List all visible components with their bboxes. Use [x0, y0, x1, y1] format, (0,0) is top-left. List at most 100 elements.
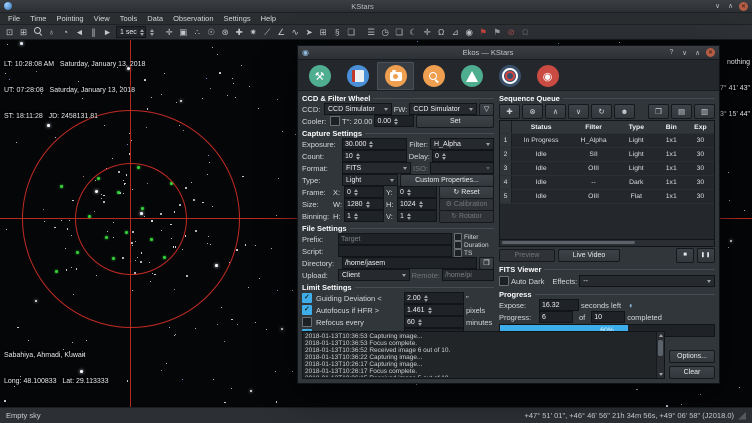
limit-checkbox[interactable] [302, 293, 312, 303]
fits-viewer-icon[interactable]: ❏ [393, 26, 406, 39]
close-button[interactable]: ✕ [739, 2, 748, 11]
delay-input[interactable]: 0 [432, 150, 494, 162]
cooler-checkbox[interactable] [330, 116, 340, 126]
geolocation-icon[interactable]: ♁ [45, 26, 58, 39]
spinner-arrows[interactable] [442, 153, 446, 160]
tab-focus[interactable] [415, 62, 452, 90]
reset-queue-button[interactable]: ↻ [591, 104, 612, 119]
stop-sequence-button[interactable]: ■ [676, 248, 694, 263]
spinner-arrows[interactable] [354, 189, 358, 196]
upload-select[interactable]: Client [338, 269, 410, 281]
menu-pointing[interactable]: Pointing [51, 14, 88, 23]
sequence-job-row[interactable]: 4Idle--Dark1x130 [500, 176, 714, 190]
sequence-job-row[interactable]: 1In ProgressH_AlphaLight1x130 [500, 134, 714, 148]
prefix-input[interactable]: Target [338, 233, 452, 245]
observer-button[interactable]: ☻ [614, 104, 635, 119]
menu-help[interactable]: Help [256, 14, 281, 23]
device-list-icon[interactable]: ☰ [365, 26, 378, 39]
table-horizontal-scrollbar[interactable] [499, 240, 715, 247]
menu-file[interactable]: File [3, 14, 25, 23]
binning-h-input[interactable]: 1 [344, 210, 384, 222]
prefix-checkbox[interactable] [454, 233, 462, 241]
pause-sequence-button[interactable]: ❚❚ [697, 248, 715, 263]
pointer-icon[interactable]: ➤ [303, 26, 316, 39]
frame-type-select[interactable]: Light [342, 174, 398, 186]
custom-properties-button[interactable]: Custom Properties... [400, 174, 494, 187]
log-box[interactable]: 2018-01-13T10:36:53 Capturing image...20… [302, 331, 665, 379]
tab-setup[interactable]: ⚒ [301, 62, 338, 90]
menu-time[interactable]: Time [25, 14, 51, 23]
menu-observation[interactable]: Observation [168, 14, 218, 23]
remove-job-button[interactable]: ⊗ [522, 104, 543, 119]
clock-toggle-icon[interactable]: ◷ [379, 26, 392, 39]
log-vertical-scrollbar[interactable] [656, 332, 664, 378]
ekos-minimize-button[interactable]: ∨ [680, 48, 689, 57]
timestep-updown[interactable] [148, 29, 156, 36]
lock-position-icon[interactable]: Ω [435, 26, 448, 39]
size-h-input[interactable]: 1024 [397, 198, 437, 210]
menu-settings[interactable]: Settings [219, 14, 256, 23]
binning-v-input[interactable]: 1 [397, 210, 437, 222]
pointing-icon[interactable]: ✛ [163, 26, 176, 39]
disconnect-icon[interactable]: ⊘ [505, 26, 518, 39]
mosaic-grid-icon[interactable]: ⊞ [317, 26, 330, 39]
size-w-input[interactable]: 1280 [344, 198, 384, 210]
tab-guide[interactable] [491, 62, 528, 90]
spinner-arrows[interactable] [369, 141, 373, 148]
zoom-window-icon[interactable]: ⊞ [17, 26, 30, 39]
stars-toggle-icon[interactable]: ∴ [191, 26, 204, 39]
save-queue-as-button[interactable]: ▥ [694, 104, 715, 119]
filter-manager-button[interactable]: ▽ [479, 103, 494, 116]
crosshair-icon[interactable]: ✛ [421, 26, 434, 39]
load-queue-button[interactable]: ❒ [648, 104, 669, 119]
exposure-input[interactable]: 30.000 [342, 138, 407, 150]
time-pause-icon[interactable]: ∥ [87, 26, 100, 39]
spinner-arrows[interactable] [407, 213, 411, 220]
spinner-arrows[interactable] [407, 189, 411, 196]
set-temperature-button[interactable]: Set [416, 115, 494, 128]
tab-align[interactable]: ◉ [529, 62, 566, 90]
clear-button[interactable]: Clear [669, 366, 715, 379]
constellation-lines-icon[interactable]: ∿ [289, 26, 302, 39]
fov-symbol-icon[interactable]: ❏ [345, 26, 358, 39]
format-select[interactable]: FITS [342, 162, 411, 174]
prefix-checkbox[interactable] [454, 249, 462, 257]
spinner-arrows[interactable] [428, 307, 432, 314]
spinner-arrows[interactable] [419, 201, 423, 208]
ccd-select[interactable]: CCD Simulator [324, 103, 392, 115]
satellite-toggle-icon[interactable]: ⟋ [261, 26, 274, 39]
effects-select[interactable]: -- [579, 275, 715, 287]
sequence-job-row[interactable]: 5IdleOIIIFlat1x130 [500, 190, 714, 204]
spinner-arrows[interactable] [356, 153, 360, 160]
ekos-help-button[interactable]: ? [667, 48, 676, 57]
spinner-arrows[interactable] [424, 295, 428, 302]
limit-checkbox[interactable] [302, 317, 312, 327]
reset-frame-button[interactable]: ↻Reset [439, 186, 494, 199]
move-job-up-button[interactable]: ∧ [545, 104, 566, 119]
time-step-forward-icon[interactable]: ► [101, 26, 114, 39]
deep-sky-toggle-icon[interactable]: ⊛ [219, 26, 232, 39]
add-job-button[interactable]: ✚ [499, 104, 520, 119]
spinner-arrows[interactable] [394, 118, 398, 125]
tab-mount[interactable] [453, 62, 490, 90]
frame-x-input[interactable]: 0 [344, 186, 384, 198]
move-job-down-button[interactable]: ∨ [568, 104, 589, 119]
filter-wheel-select[interactable]: CCD Simulator [409, 103, 477, 115]
menu-view[interactable]: View [89, 14, 115, 23]
limit-checkbox[interactable] [302, 305, 312, 315]
add-flag-icon[interactable]: ✚ [233, 26, 246, 39]
tab-capture[interactable] [377, 62, 414, 90]
sequence-job-row[interactable]: 2IdleSIILight1x130 [500, 148, 714, 162]
resize-grip[interactable] [738, 412, 746, 420]
directory-input[interactable]: /home/jasem [342, 257, 477, 269]
sky-image-icon[interactable]: ▣ [177, 26, 190, 39]
menu-tools[interactable]: Tools [115, 14, 143, 23]
timestep-arrows[interactable] [140, 29, 144, 36]
time-step-back-icon[interactable]: ◄ [73, 26, 86, 39]
temperature-setpoint[interactable]: 0.00 [374, 115, 414, 127]
sequence-job-row[interactable]: 3IdleOIIILight1x130 [500, 162, 714, 176]
limit-value-input[interactable]: 60 [404, 316, 464, 328]
script-input[interactable] [338, 245, 452, 257]
ekos-close-button[interactable]: ✕ [706, 48, 715, 57]
indi-control-icon[interactable]: ⊿ [449, 26, 462, 39]
